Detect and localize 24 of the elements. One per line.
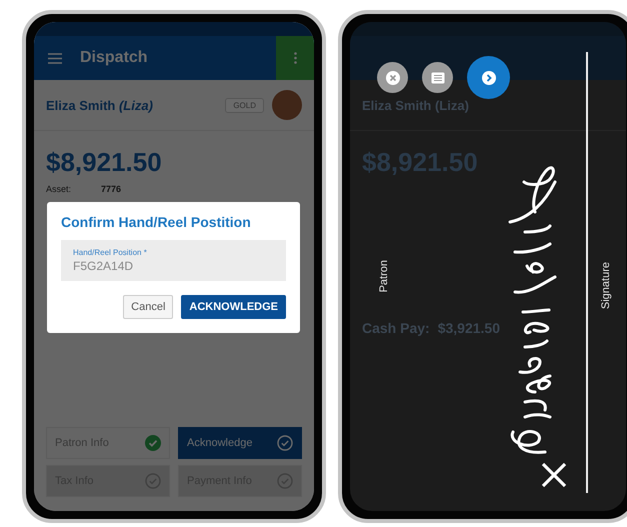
next-button[interactable] — [467, 56, 510, 99]
menu-icon[interactable] — [48, 52, 62, 64]
clear-button[interactable] — [377, 62, 408, 93]
check-circle-icon — [145, 435, 161, 451]
avatar — [272, 90, 302, 120]
tier-badge: GOLD — [225, 98, 264, 112]
list-button[interactable] — [422, 62, 453, 93]
detail-value: 7776 — [101, 184, 122, 194]
position-field[interactable]: Hand/Reel Position * F5G2A14D — [61, 240, 286, 281]
amount: $8,921.50 — [45, 146, 163, 179]
list-icon — [430, 72, 444, 84]
patron-name: Eliza Smith (Liza) — [46, 98, 154, 112]
acknowledge-button[interactable]: ACKNOWLEDGE — [181, 295, 286, 319]
step-tab[interactable]: Acknowledge — [178, 427, 302, 459]
close-icon — [386, 70, 400, 84]
chevron-right-icon — [482, 70, 496, 84]
detail-label: Asset: — [46, 184, 72, 194]
signature-label: Signature — [600, 262, 612, 310]
patron-label: Patron — [378, 260, 390, 292]
dialog-title: Confirm Hand/Reel Postition — [61, 214, 252, 230]
close-icon[interactable] — [541, 462, 567, 488]
app-title: Dispatch — [80, 49, 149, 67]
cancel-button[interactable]: Cancel — [123, 295, 174, 319]
check-circle-icon — [277, 435, 293, 451]
